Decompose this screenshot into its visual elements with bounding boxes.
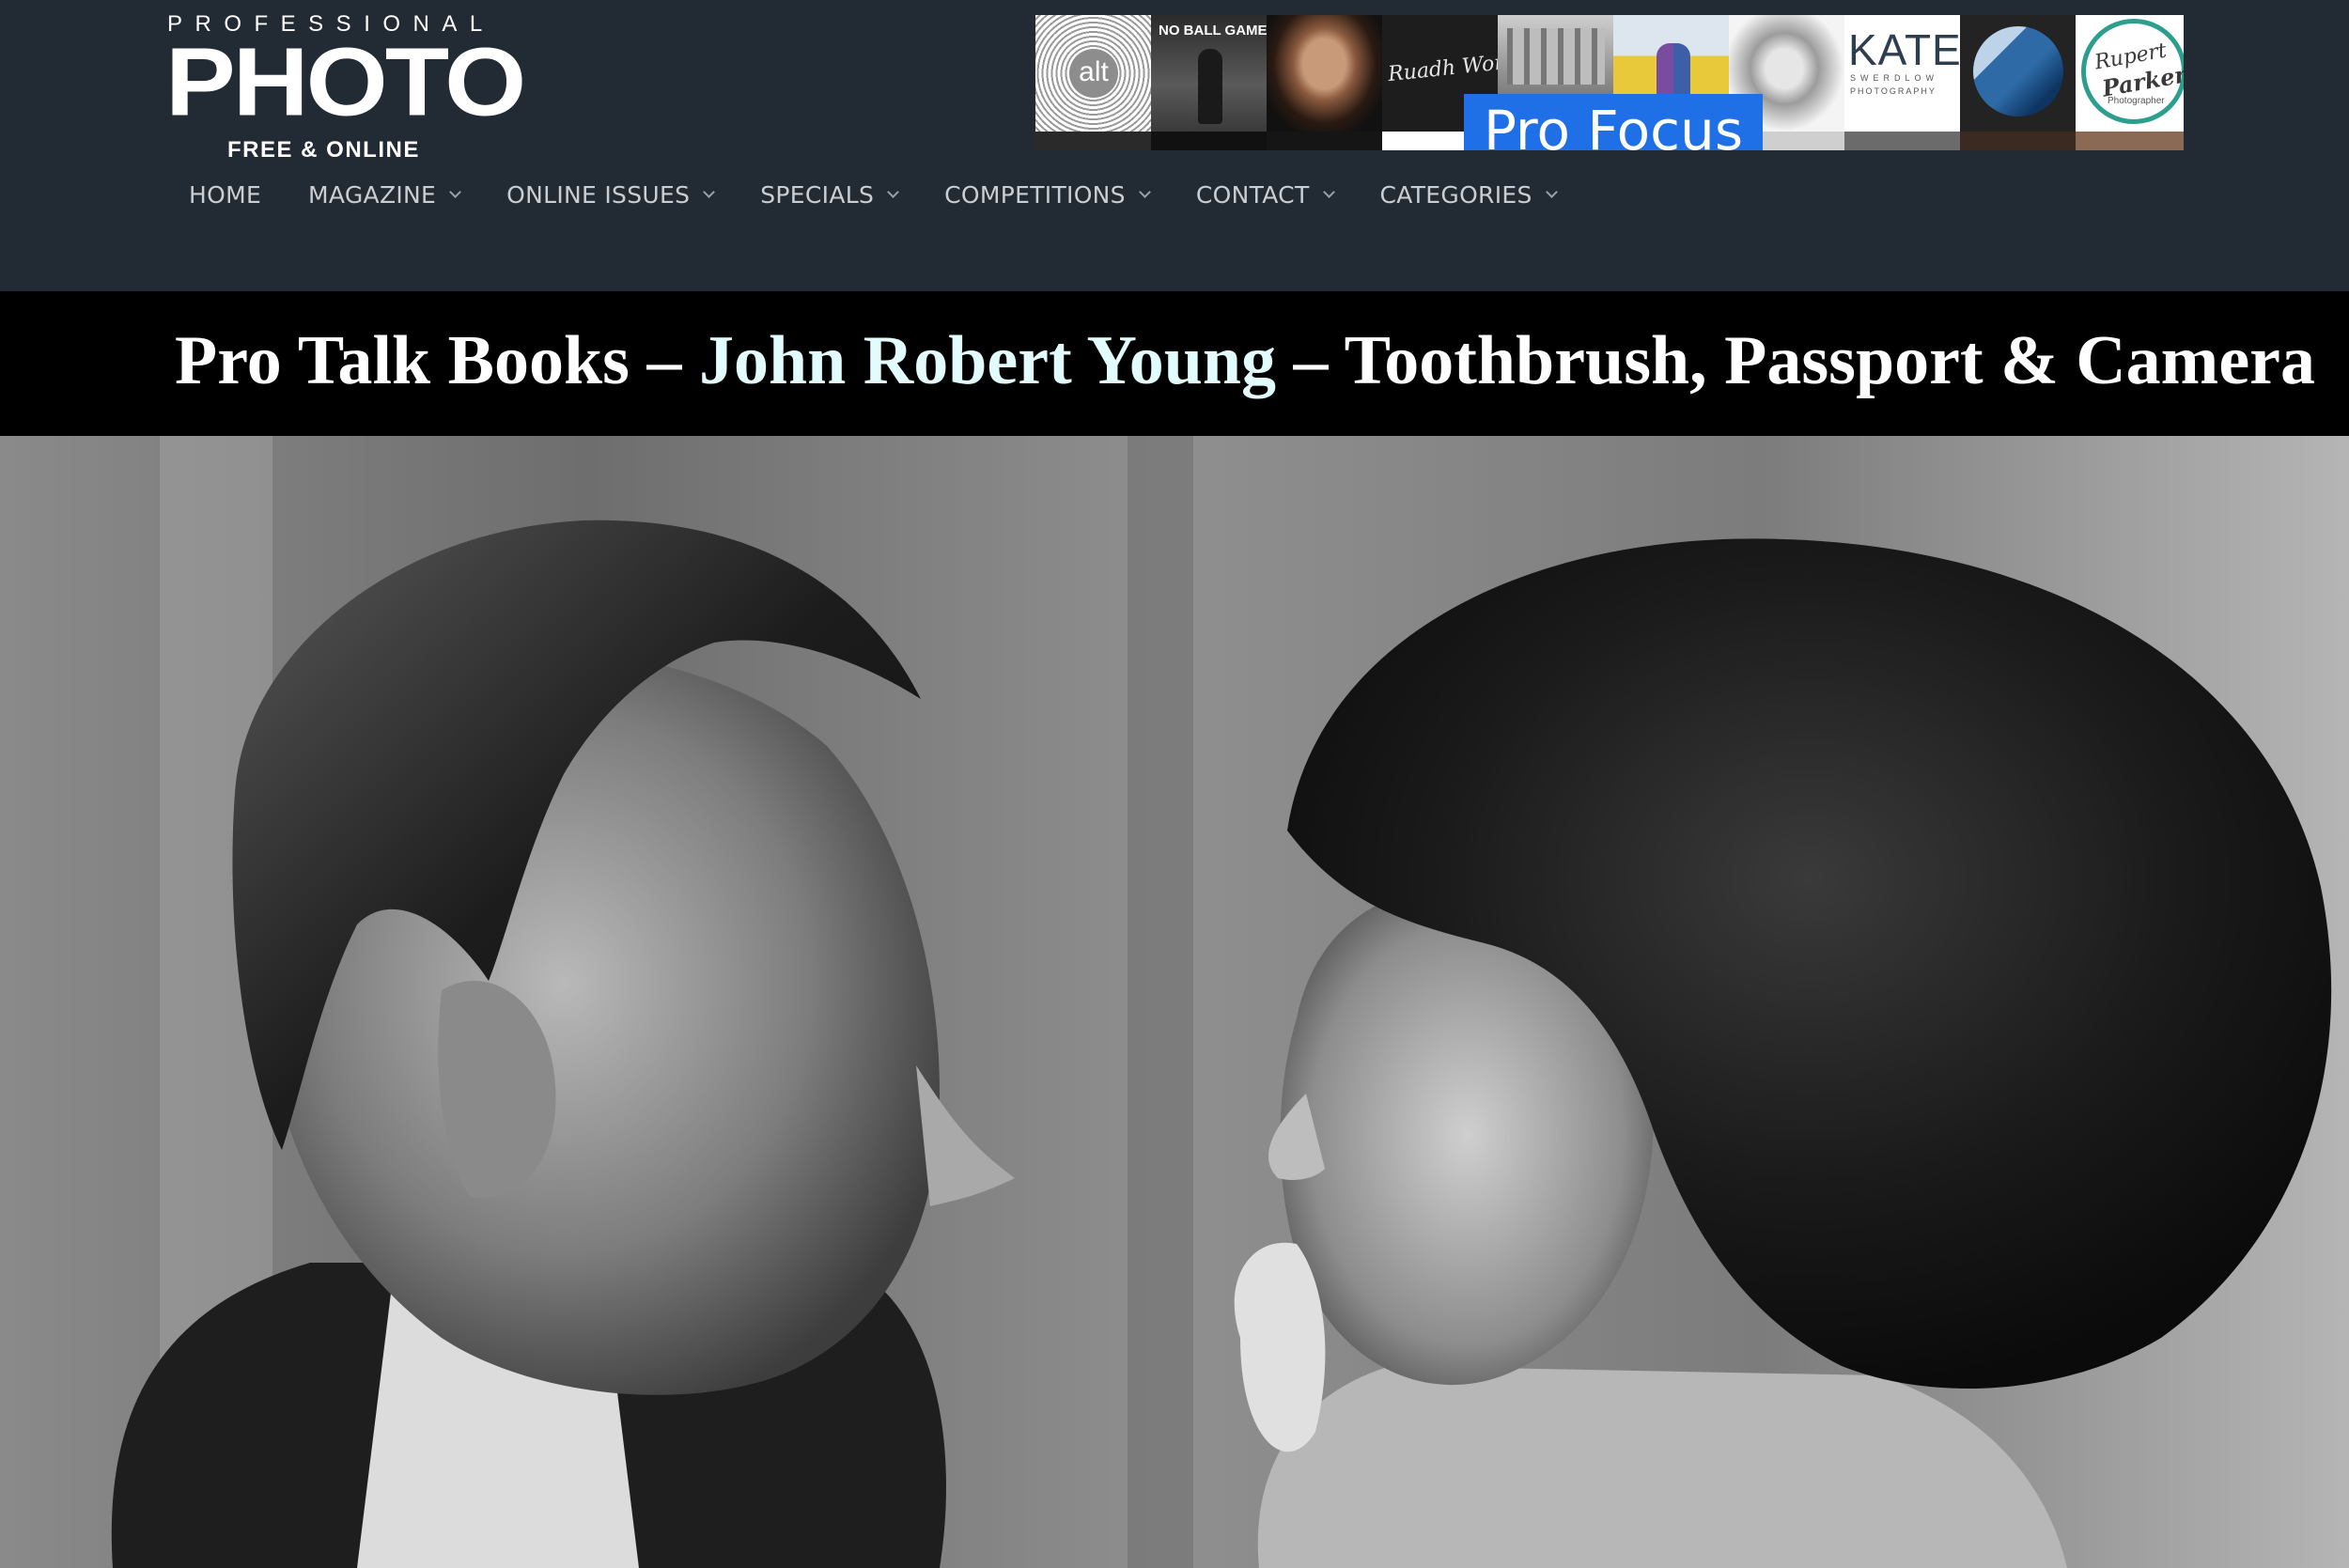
logo-wordmark: PHOTO [165,27,526,136]
sponsor-row2-1 [1035,132,1151,150]
nav-specials-label: SPECIALS [760,180,875,209]
chevron-down-icon [703,185,716,198]
building-columns [1507,28,1605,85]
title-prefix: Pro Talk Books – [175,322,699,399]
kate-logo-sub1: SWERDLOW [1850,73,1938,83]
page-title: Pro Talk Books – John Robert Young – Too… [175,319,2315,403]
sponsor-row2-2 [1151,132,1267,150]
nav-categories-label: CATEGORIES [1379,180,1532,209]
chevron-down-icon [1322,185,1335,198]
sponsor-tile-blue-sphere[interactable] [1960,15,2076,132]
site-header: PROFESSIONAL PHOTO FREE & ONLINE alt NO … [0,0,2349,291]
nav-magazine-label: MAGAZINE [308,180,437,209]
kate-logo-text: KATE [1848,25,1960,74]
sponsor-banner[interactable]: alt NO BALL GAMES Ruadh Word KATE SWERDL… [1035,15,2184,150]
nav-online-issues-label: ONLINE ISSUES [506,180,691,209]
figure-silhouette [1198,49,1222,124]
nav-specials[interactable]: SPECIALS [737,173,921,216]
nav-magazine[interactable]: MAGAZINE [285,173,483,216]
nav-competitions[interactable]: COMPETITIONS [921,173,1173,216]
signature-logo: Ruadh Word [1387,49,1498,87]
nav-competitions-label: COMPETITIONS [944,180,1126,209]
sponsor-tile-no-ball-games[interactable]: NO BALL GAMES [1151,15,1267,132]
author-link[interactable]: John Robert Young [699,322,1276,399]
sponsor-row2-8 [1844,132,1960,150]
hero-photo-illustration [0,436,2349,1568]
sponsor-tile-portrait-man[interactable] [1267,15,1382,132]
nav-contact-label: CONTACT [1195,180,1310,209]
nav-home[interactable]: HOME [165,173,285,216]
no-ball-games-caption: NO BALL GAMES [1159,23,1267,39]
site-logo[interactable]: PROFESSIONAL PHOTO FREE & ONLINE [165,11,526,163]
chevron-down-icon [449,185,462,198]
main-nav: HOME MAGAZINE ONLINE ISSUES SPECIALS COM… [165,173,1579,216]
pro-focus-badge[interactable]: Pro Focus [1464,94,1763,150]
sponsor-tile-kate-swerdlow[interactable]: KATE SWERDLOW PHOTOGRAPHY [1844,15,1960,132]
chevron-down-icon [1138,185,1151,198]
kate-logo-sub2: PHOTOGRAPHY [1850,86,1937,96]
sponsor-tile-rupert-parker[interactable]: Rupert Parker Photographer [2076,15,2184,132]
nav-contact[interactable]: CONTACT [1173,173,1357,216]
sponsor-tile-alt[interactable]: alt [1035,15,1151,132]
chevron-down-icon [887,185,900,198]
nav-categories[interactable]: CATEGORIES [1357,173,1579,216]
sphere-logo [1973,26,2063,116]
sponsor-row2-10 [2076,132,2184,150]
rupert-subtitle: Photographer [2108,96,2165,106]
alt-logo: alt [1069,49,1118,98]
background-edge [1128,436,1193,1568]
nav-online-issues[interactable]: ONLINE ISSUES [483,173,737,216]
title-suffix: – Toothbrush, Passport & Camera [1276,322,2316,399]
hero-photo [0,436,2349,1568]
chevron-down-icon [1545,185,1558,198]
sponsor-row2-3 [1267,132,1382,150]
article-title-bar: Pro Talk Books – John Robert Young – Too… [0,291,2349,436]
nav-home-label: HOME [189,180,262,209]
logo-tagline-bottom: FREE & ONLINE [227,137,420,163]
sponsor-row2-9 [1960,132,2076,150]
